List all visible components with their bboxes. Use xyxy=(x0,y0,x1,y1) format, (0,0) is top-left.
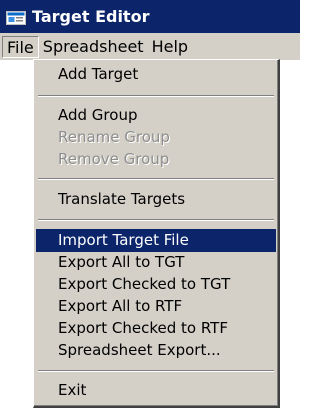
menu-separator xyxy=(38,370,274,372)
menu-item-rename-group: Rename Group xyxy=(58,128,170,146)
menu-item-spreadsheet-export[interactable]: Spreadsheet Export... xyxy=(36,339,276,362)
menu-separator xyxy=(38,95,274,97)
title-bar: Target Editor xyxy=(0,0,300,33)
menu-item-export-checked-rtf[interactable]: Export Checked to RTF xyxy=(36,317,276,340)
menu-separator xyxy=(38,178,274,180)
window-title: Target Editor xyxy=(32,7,150,26)
menu-item-add-target[interactable]: Add Target xyxy=(36,63,276,86)
menu-item-add-group[interactable]: Add Group xyxy=(36,104,276,127)
menu-item-remove-group: Remove Group xyxy=(58,150,170,168)
menu-item-import-target-file[interactable]: Import Target File xyxy=(36,229,276,252)
menu-bar: File Spreadsheet Help xyxy=(0,33,300,60)
menu-item-export-all-rtf[interactable]: Export All to RTF xyxy=(36,295,276,318)
menu-item-exit[interactable]: Exit xyxy=(36,379,276,402)
window-app-icon xyxy=(6,10,26,25)
menu-file[interactable]: File xyxy=(2,35,39,58)
menu-item-export-checked-tgt[interactable]: Export Checked to TGT xyxy=(36,273,276,296)
menu-spreadsheet[interactable]: Spreadsheet xyxy=(39,36,148,58)
menu-item-export-all-tgt[interactable]: Export All to TGT xyxy=(36,251,276,274)
file-menu-dropdown: Add Target Add Group Rename Group Remove… xyxy=(33,59,280,408)
menu-item-translate-targets[interactable]: Translate Targets xyxy=(36,188,276,211)
menu-separator xyxy=(38,219,274,221)
menu-help[interactable]: Help xyxy=(148,36,192,58)
